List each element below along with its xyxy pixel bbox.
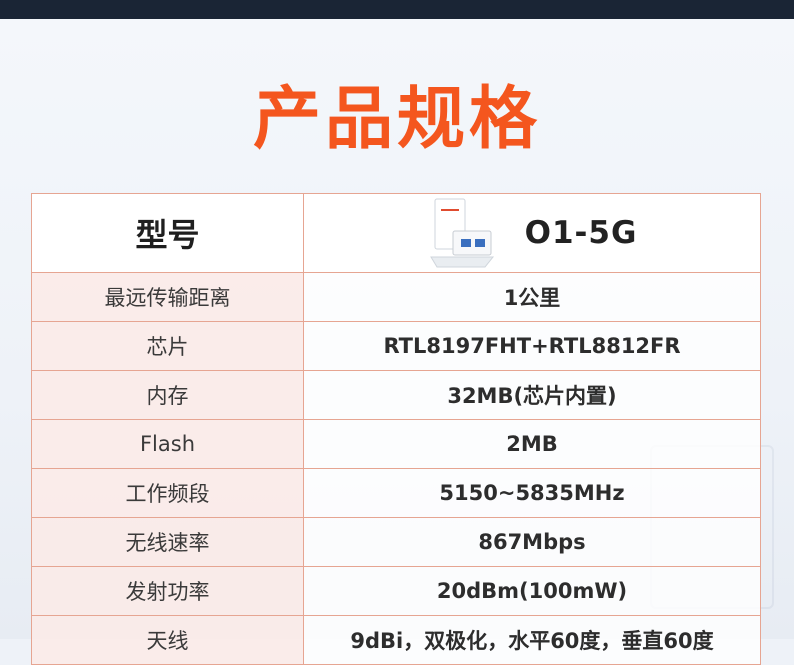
model-label: 型号 <box>31 193 304 273</box>
spec-table: 型号 O1-5G 最远传输距离 1公里 芯片 RTL8197FHT+RTL881… <box>31 193 761 665</box>
table-row: 发射功率 20dBm(100mW) <box>31 566 761 616</box>
row-value: 2MB <box>303 419 761 469</box>
model-cell: O1-5G <box>303 193 761 273</box>
page-title: 产品规格 <box>252 80 541 159</box>
row-value: 20dBm(100mW) <box>303 566 761 616</box>
row-label: Flash <box>31 419 304 469</box>
row-value: 9dBi，双极化，水平60度，垂直60度 <box>303 615 761 665</box>
router-device-image <box>429 198 494 268</box>
row-value: 32MB(芯片内置) <box>303 370 761 420</box>
table-row: 最远传输距离 1公里 <box>31 272 761 322</box>
table-row: 工作频段 5150~5835MHz <box>31 468 761 518</box>
top-banner-strip <box>0 0 794 19</box>
table-row: 芯片 RTL8197FHT+RTL8812FR <box>31 321 761 371</box>
table-row: 天线 9dBi，双极化，水平60度，垂直60度 <box>31 615 761 665</box>
row-label: 最远传输距离 <box>31 272 304 322</box>
row-label: 天线 <box>31 615 304 665</box>
row-label: 芯片 <box>31 321 304 371</box>
table-row: Flash 2MB <box>31 419 761 469</box>
row-value: 1公里 <box>303 272 761 322</box>
row-label: 工作频段 <box>31 468 304 518</box>
table-row: 内存 32MB(芯片内置) <box>31 370 761 420</box>
row-label: 内存 <box>31 370 304 420</box>
row-value: 867Mbps <box>303 517 761 567</box>
model-name: O1-5G <box>524 215 638 251</box>
row-label: 无线速率 <box>31 517 304 567</box>
table-row: 无线速率 867Mbps <box>31 517 761 567</box>
row-label: 发射功率 <box>31 566 304 616</box>
row-value: 5150~5835MHz <box>303 468 761 518</box>
table-header-row: 型号 O1-5G <box>31 193 761 273</box>
row-value: RTL8197FHT+RTL8812FR <box>303 321 761 371</box>
